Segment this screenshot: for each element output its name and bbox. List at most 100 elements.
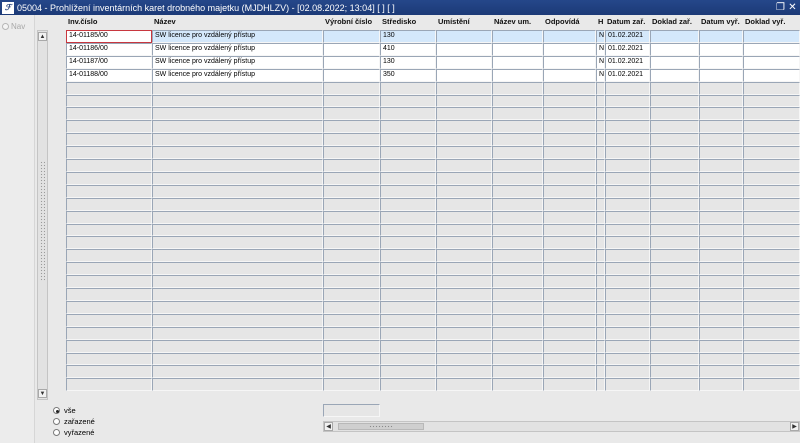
- empty-cell[interactable]: [650, 146, 699, 159]
- cell-serial-number[interactable]: [323, 43, 380, 56]
- empty-cell[interactable]: [650, 172, 699, 185]
- cell-cost-center[interactable]: 350: [380, 69, 436, 82]
- cell-doc-disposed[interactable]: [743, 69, 800, 82]
- cell-serial-number[interactable]: [323, 69, 380, 82]
- empty-cell[interactable]: [152, 262, 323, 275]
- empty-cell[interactable]: [152, 365, 323, 378]
- empty-cell[interactable]: [650, 340, 699, 353]
- empty-cell[interactable]: [743, 159, 800, 172]
- empty-cell[interactable]: [66, 378, 152, 391]
- empty-cell[interactable]: [492, 172, 543, 185]
- empty-cell[interactable]: [66, 82, 152, 95]
- empty-cell[interactable]: [492, 211, 543, 224]
- empty-cell[interactable]: [605, 314, 650, 327]
- cell-name[interactable]: SW licence pro vzdálený přístup: [152, 43, 323, 56]
- empty-cell[interactable]: [66, 95, 152, 107]
- column-header-location[interactable]: Umístění: [436, 15, 492, 29]
- cell-h-flag[interactable]: N: [596, 69, 605, 82]
- horizontal-scroll-thumb[interactable]: [338, 423, 424, 430]
- empty-cell[interactable]: [699, 236, 743, 249]
- empty-cell[interactable]: [596, 120, 605, 133]
- empty-cell[interactable]: [152, 107, 323, 120]
- scroll-grip[interactable]: [40, 161, 45, 281]
- column-header-name[interactable]: Název: [152, 15, 323, 29]
- empty-cell[interactable]: [66, 288, 152, 301]
- empty-cell[interactable]: [66, 275, 152, 288]
- empty-cell[interactable]: [323, 301, 380, 314]
- empty-cell[interactable]: [699, 340, 743, 353]
- cell-doc-activated[interactable]: [650, 69, 699, 82]
- empty-cell[interactable]: [596, 133, 605, 146]
- empty-cell[interactable]: [596, 224, 605, 236]
- empty-cell[interactable]: [436, 301, 492, 314]
- empty-cell[interactable]: [492, 314, 543, 327]
- cell-doc-disposed[interactable]: [743, 56, 800, 69]
- empty-cell[interactable]: [152, 249, 323, 262]
- empty-cell[interactable]: [436, 378, 492, 391]
- empty-cell[interactable]: [596, 275, 605, 288]
- empty-cell[interactable]: [596, 82, 605, 95]
- empty-cell[interactable]: [650, 236, 699, 249]
- empty-cell[interactable]: [380, 185, 436, 198]
- empty-cell[interactable]: [323, 236, 380, 249]
- scroll-right-icon[interactable]: ▶: [790, 422, 799, 431]
- cell-doc-disposed[interactable]: [743, 43, 800, 56]
- empty-cell[interactable]: [323, 288, 380, 301]
- empty-cell[interactable]: [380, 107, 436, 120]
- empty-cell[interactable]: [596, 340, 605, 353]
- empty-cell[interactable]: [605, 224, 650, 236]
- empty-cell[interactable]: [492, 185, 543, 198]
- empty-cell[interactable]: [66, 314, 152, 327]
- empty-cell[interactable]: [650, 107, 699, 120]
- empty-cell[interactable]: [650, 365, 699, 378]
- empty-cell[interactable]: [323, 262, 380, 275]
- empty-cell[interactable]: [543, 172, 596, 185]
- empty-cell[interactable]: [699, 288, 743, 301]
- empty-cell[interactable]: [66, 340, 152, 353]
- empty-cell[interactable]: [66, 236, 152, 249]
- empty-cell[interactable]: [605, 107, 650, 120]
- empty-cell[interactable]: [436, 262, 492, 275]
- empty-cell[interactable]: [699, 133, 743, 146]
- empty-cell[interactable]: [323, 327, 380, 340]
- empty-cell[interactable]: [605, 133, 650, 146]
- cell-location[interactable]: [436, 69, 492, 82]
- empty-cell[interactable]: [543, 365, 596, 378]
- empty-cell[interactable]: [605, 365, 650, 378]
- empty-cell[interactable]: [605, 198, 650, 211]
- empty-cell[interactable]: [650, 262, 699, 275]
- filter-option-all[interactable]: vše: [53, 405, 95, 416]
- empty-cell[interactable]: [605, 185, 650, 198]
- empty-cell[interactable]: [152, 211, 323, 224]
- empty-cell[interactable]: [323, 211, 380, 224]
- empty-cell[interactable]: [380, 172, 436, 185]
- empty-cell[interactable]: [699, 262, 743, 275]
- empty-cell[interactable]: [605, 159, 650, 172]
- cell-location[interactable]: [436, 56, 492, 69]
- empty-cell[interactable]: [743, 275, 800, 288]
- empty-cell[interactable]: [543, 353, 596, 365]
- radio-active[interactable]: [53, 418, 60, 425]
- cell-date-disposed[interactable]: [699, 56, 743, 69]
- empty-cell[interactable]: [743, 353, 800, 365]
- empty-cell[interactable]: [650, 159, 699, 172]
- empty-cell[interactable]: [543, 82, 596, 95]
- cell-location[interactable]: [436, 30, 492, 43]
- empty-cell[interactable]: [543, 314, 596, 327]
- empty-cell[interactable]: [492, 249, 543, 262]
- empty-cell[interactable]: [323, 275, 380, 288]
- empty-cell[interactable]: [323, 365, 380, 378]
- empty-cell[interactable]: [323, 353, 380, 365]
- empty-cell[interactable]: [323, 224, 380, 236]
- empty-cell[interactable]: [605, 288, 650, 301]
- empty-cell[interactable]: [380, 146, 436, 159]
- empty-cell[interactable]: [543, 301, 596, 314]
- empty-cell[interactable]: [596, 211, 605, 224]
- empty-cell[interactable]: [380, 95, 436, 107]
- empty-cell[interactable]: [743, 146, 800, 159]
- empty-cell[interactable]: [66, 353, 152, 365]
- cell-date-disposed[interactable]: [699, 43, 743, 56]
- empty-cell[interactable]: [436, 353, 492, 365]
- column-header-serial-number[interactable]: Výrobní číslo: [323, 15, 380, 29]
- empty-cell[interactable]: [380, 224, 436, 236]
